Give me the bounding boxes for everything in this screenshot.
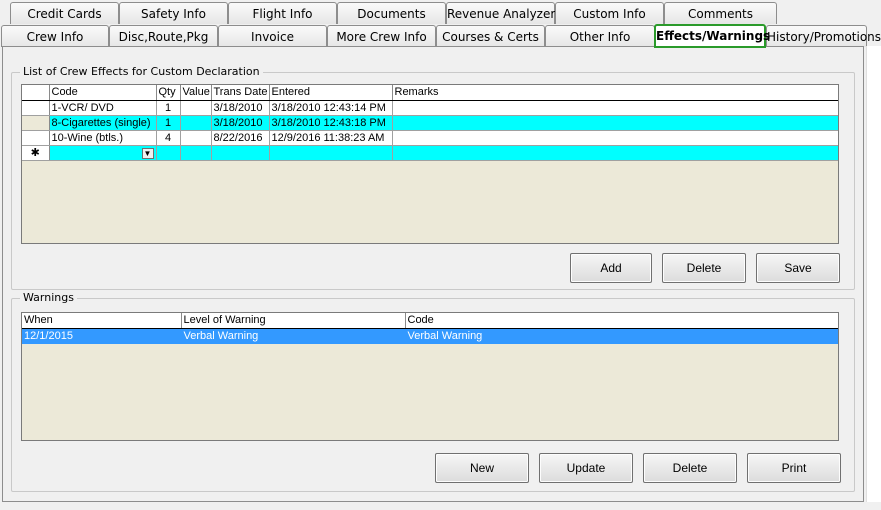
new-row-marker: ✱	[22, 145, 50, 161]
delete-effect-button[interactable]: Delete	[662, 253, 746, 283]
new-row-value[interactable]	[180, 145, 212, 161]
effects-grid[interactable]: Code Qty Value Trans Date Entered Remark…	[21, 84, 839, 244]
cell-remarks[interactable]	[392, 115, 838, 131]
new-row-trans-date[interactable]	[211, 145, 270, 161]
new-row-code-dropdown[interactable]: ▼	[49, 145, 157, 161]
cell-code[interactable]: 8-Cigarettes (single)	[49, 115, 157, 131]
effects-group-title: List of Crew Effects for Custom Declarat…	[20, 65, 263, 78]
tab-effects-warnings[interactable]: Effects/Warnings	[654, 24, 770, 48]
print-button[interactable]: Print	[747, 453, 841, 483]
update-button[interactable]: Update	[539, 453, 633, 483]
delete-warning-button[interactable]: Delete	[643, 453, 737, 483]
effects-group: List of Crew Effects for Custom Declarat…	[11, 65, 855, 290]
cell-remarks[interactable]	[392, 100, 838, 116]
col-header-when[interactable]: When	[22, 313, 182, 329]
cell-when[interactable]: 12/1/2015	[22, 328, 182, 344]
cell-entered[interactable]: 3/18/2010 12:43:14 PM	[269, 100, 393, 116]
col-header-code[interactable]: Code	[405, 313, 838, 329]
save-button[interactable]: Save	[756, 253, 840, 283]
cell-trans-date[interactable]: 8/22/2016	[211, 130, 270, 146]
chevron-down-icon[interactable]: ▼	[141, 147, 154, 159]
row-selector[interactable]	[22, 130, 50, 146]
tab-custom-info[interactable]: Custom Info	[555, 2, 664, 24]
table-row[interactable]: 10-Wine (btls.) 4 8/22/2016 12/9/2016 11…	[22, 130, 838, 146]
tab-crew-info[interactable]: Crew Info	[1, 25, 109, 47]
tab-credit-cards[interactable]: Credit Cards	[10, 2, 119, 24]
row-header-corner	[22, 85, 50, 101]
tab-more-crew-info[interactable]: More Crew Info	[327, 25, 436, 47]
cell-entered[interactable]: 12/9/2016 11:38:23 AM	[269, 130, 393, 146]
tab-documents[interactable]: Documents	[337, 2, 446, 24]
warnings-group-title: Warnings	[20, 291, 77, 304]
window-scrollbar[interactable]	[866, 46, 881, 502]
cell-qty[interactable]: 4	[156, 130, 181, 146]
col-header-value[interactable]: Value	[180, 85, 212, 101]
cell-trans-date[interactable]: 3/18/2010	[211, 100, 270, 116]
table-row[interactable]: 8-Cigarettes (single) 1 3/18/2010 3/18/2…	[22, 115, 838, 131]
tab-history-promotions[interactable]: History/Promotions	[766, 25, 881, 47]
cell-value[interactable]	[180, 100, 212, 116]
tab-invoice[interactable]: Invoice	[218, 25, 327, 47]
tab-safety-info[interactable]: Safety Info	[119, 2, 228, 24]
cell-qty[interactable]: 1	[156, 100, 181, 116]
col-header-qty[interactable]: Qty	[156, 85, 181, 101]
table-row[interactable]: 12/1/2015 Verbal Warning Verbal Warning	[22, 328, 838, 344]
cell-value[interactable]	[180, 115, 212, 131]
tab-panel: List of Crew Effects for Custom Declarat…	[2, 46, 864, 502]
tab-revenue-analyzer[interactable]: Revenue Analyzer	[446, 2, 555, 24]
new-row[interactable]: ✱ ▼	[22, 145, 838, 161]
cell-code[interactable]: Verbal Warning	[405, 328, 838, 344]
effects-header-row: Code Qty Value Trans Date Entered Remark…	[22, 85, 838, 101]
tab-disc-route-pkg[interactable]: Disc,Route,Pkg	[109, 25, 218, 47]
warnings-table: When Level of Warning Code 12/1/2015 Ver…	[22, 313, 838, 344]
warnings-grid[interactable]: When Level of Warning Code 12/1/2015 Ver…	[21, 312, 839, 441]
row-selector[interactable]	[22, 100, 50, 116]
col-header-remarks[interactable]: Remarks	[392, 85, 838, 101]
warnings-header-row: When Level of Warning Code	[22, 313, 838, 329]
col-header-entered[interactable]: Entered	[269, 85, 393, 101]
effects-table: Code Qty Value Trans Date Entered Remark…	[22, 85, 838, 161]
tab-row-1: Credit Cards Safety Info Flight Info Doc…	[0, 2, 881, 26]
table-row[interactable]: 1-VCR/ DVD 1 3/18/2010 3/18/2010 12:43:1…	[22, 100, 838, 116]
col-header-level-of-warning[interactable]: Level of Warning	[181, 313, 406, 329]
cell-value[interactable]	[180, 130, 212, 146]
cell-remarks[interactable]	[392, 130, 838, 146]
cell-qty[interactable]: 1	[156, 115, 181, 131]
row-selector[interactable]	[22, 115, 50, 131]
cell-trans-date[interactable]: 3/18/2010	[211, 115, 270, 131]
col-header-trans-date[interactable]: Trans Date	[211, 85, 270, 101]
tab-flight-info[interactable]: Flight Info	[228, 2, 337, 24]
cell-code[interactable]: 10-Wine (btls.)	[49, 130, 157, 146]
cell-entered[interactable]: 3/18/2010 12:43:18 PM	[269, 115, 393, 131]
new-row-qty[interactable]	[156, 145, 181, 161]
cell-level[interactable]: Verbal Warning	[181, 328, 406, 344]
tab-comments[interactable]: Comments	[664, 2, 777, 24]
add-button[interactable]: Add	[570, 253, 652, 283]
cell-code[interactable]: 1-VCR/ DVD	[49, 100, 157, 116]
col-header-code[interactable]: Code	[49, 85, 157, 101]
new-button[interactable]: New	[435, 453, 529, 483]
new-row-entered[interactable]	[269, 145, 393, 161]
warnings-group: Warnings When Level of Warning Code 12/1…	[11, 291, 855, 492]
tab-courses-certs[interactable]: Courses & Certs	[436, 25, 545, 47]
new-row-remarks[interactable]	[392, 145, 838, 161]
tab-other-info[interactable]: Other Info	[545, 25, 655, 47]
